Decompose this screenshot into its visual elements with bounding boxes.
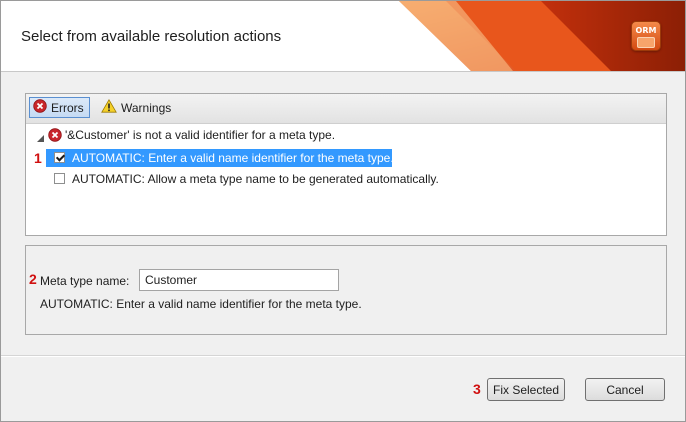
action-item[interactable]: AUTOMATIC: Enter a valid name identifier… [53, 149, 394, 167]
cancel-button[interactable]: Cancel [585, 378, 665, 401]
dialog-title: Select from available resolution actions [21, 28, 282, 45]
tab-errors[interactable]: Errors [29, 97, 90, 118]
action-label: AUTOMATIC: Enter a valid name identifier… [72, 151, 394, 165]
meta-type-name-label: Meta type name: [40, 274, 130, 288]
marker-3: 3 [473, 381, 481, 397]
marker-2: 2 [29, 271, 37, 287]
action-label: AUTOMATIC: Allow a meta type name to be … [72, 172, 439, 186]
footer-divider [1, 355, 685, 357]
error-filter-toolbar: Errors Warnings [26, 94, 666, 124]
orm-logo-icon: ORM [631, 21, 661, 51]
action-checkbox[interactable] [54, 173, 65, 184]
dialog-header: Select from available resolution actions… [1, 1, 685, 72]
details-panel [25, 245, 667, 335]
error-node[interactable]: '&Customer' is not a valid identifier fo… [31, 126, 631, 144]
collapse-arrow-icon[interactable] [37, 131, 44, 145]
tab-warnings[interactable]: Warnings [98, 97, 178, 118]
resolution-dialog: Select from available resolution actions… [0, 0, 686, 422]
error-node-icon [48, 128, 62, 145]
error-icon [33, 99, 47, 116]
marker-1: 1 [34, 150, 42, 166]
error-message: '&Customer' is not a valid identifier fo… [65, 128, 336, 142]
orm-logo-text: ORM [635, 26, 657, 35]
meta-type-name-input[interactable] [139, 269, 339, 291]
action-item[interactable]: AUTOMATIC: Allow a meta type name to be … [53, 170, 453, 188]
fix-selected-button[interactable]: Fix Selected [487, 378, 565, 401]
details-description: AUTOMATIC: Enter a valid name identifier… [40, 297, 362, 311]
warning-icon [101, 99, 117, 116]
tab-warnings-label: Warnings [121, 100, 172, 115]
action-checkbox[interactable] [54, 152, 65, 163]
tab-errors-label: Errors [51, 100, 84, 115]
